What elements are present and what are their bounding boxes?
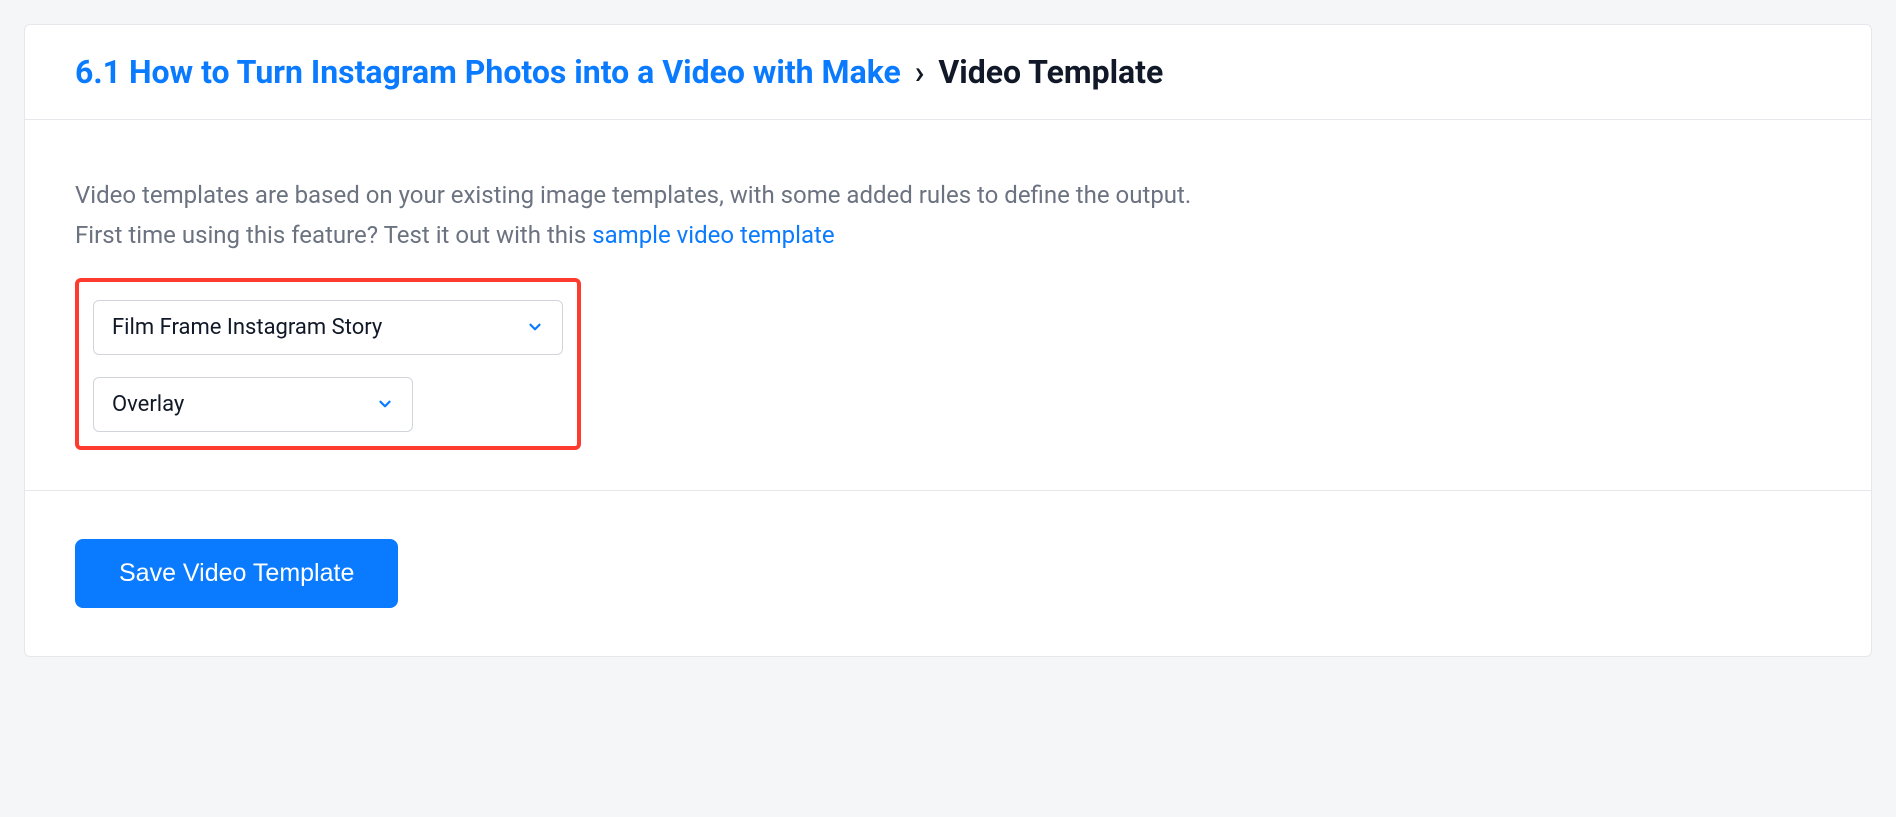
description-line1: Video templates are based on your existi… <box>75 181 1191 209</box>
sample-video-template-link[interactable]: sample video template <box>592 221 834 249</box>
template-select-value: Film Frame Instagram Story <box>112 315 382 340</box>
card-body: Video templates are based on your existi… <box>25 120 1871 489</box>
type-select[interactable]: Overlay <box>93 377 413 432</box>
save-video-template-button[interactable]: Save Video Template <box>75 539 398 608</box>
card-header: 6.1 How to Turn Instagram Photos into a … <box>25 25 1871 120</box>
card-footer: Save Video Template <box>25 490 1871 656</box>
breadcrumb: 6.1 How to Turn Instagram Photos into a … <box>75 53 1821 91</box>
highlight-box: Film Frame Instagram Story Overlay <box>75 278 581 450</box>
chevron-down-icon <box>526 318 544 336</box>
template-select[interactable]: Film Frame Instagram Story <box>93 300 563 355</box>
chevron-down-icon <box>376 395 394 413</box>
breadcrumb-separator: › <box>915 53 925 91</box>
breadcrumb-parent-link[interactable]: 6.1 How to Turn Instagram Photos into a … <box>75 53 901 91</box>
description-line2-prefix: First time using this feature? Test it o… <box>75 221 592 249</box>
type-select-value: Overlay <box>112 392 184 417</box>
video-template-card: 6.1 How to Turn Instagram Photos into a … <box>24 24 1872 657</box>
breadcrumb-current: Video Template <box>938 53 1163 91</box>
description-text: Video templates are based on your existi… <box>75 176 1821 255</box>
